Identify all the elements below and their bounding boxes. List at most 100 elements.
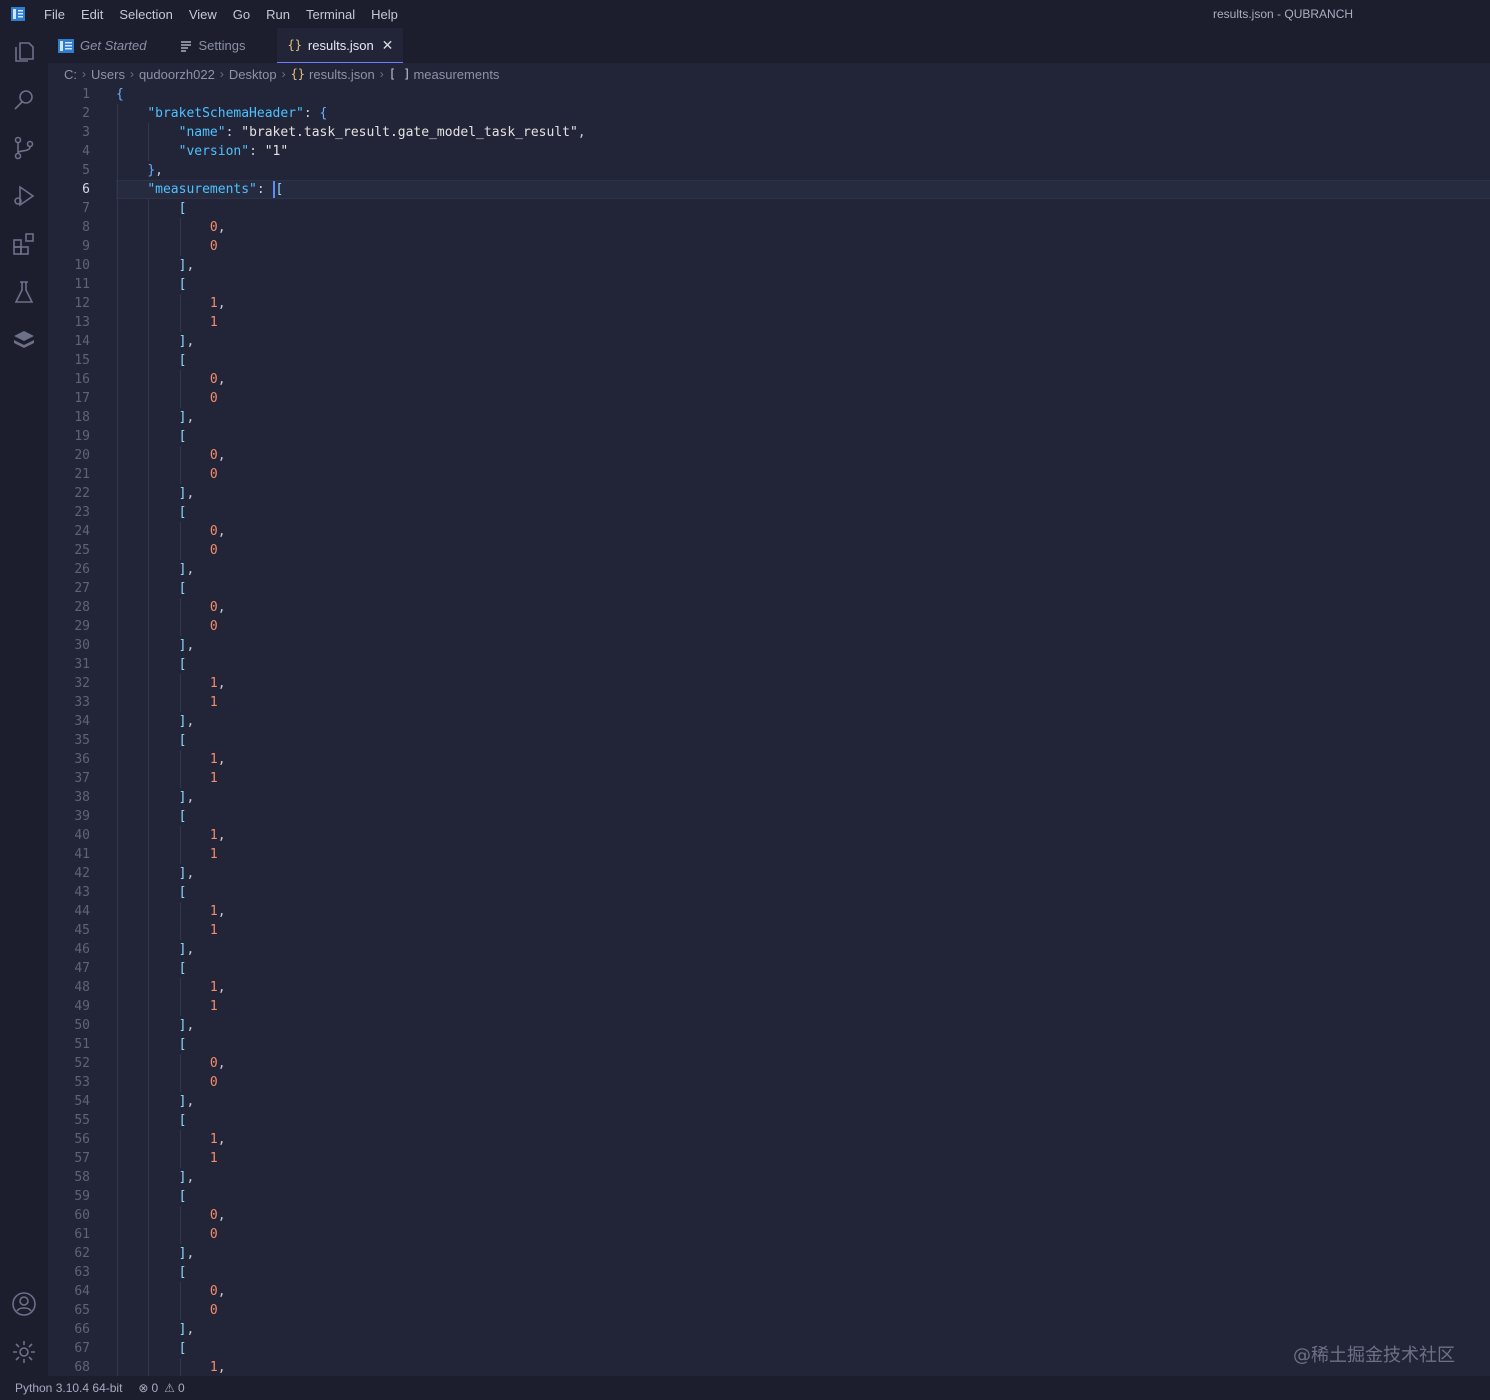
code-line[interactable]: 46 ], xyxy=(48,940,1490,959)
code-line[interactable]: 15 [ xyxy=(48,351,1490,370)
code-line[interactable]: 23 [ xyxy=(48,503,1490,522)
code-line[interactable]: 63 [ xyxy=(48,1263,1490,1282)
code-line[interactable]: 12 1, xyxy=(48,294,1490,313)
breadcrumb-item-symbol[interactable]: measurements xyxy=(413,67,499,82)
code-line[interactable]: 37 1 xyxy=(48,769,1490,788)
manage-gear-icon[interactable] xyxy=(0,1332,48,1372)
code-line[interactable]: 27 [ xyxy=(48,579,1490,598)
testing-icon[interactable] xyxy=(0,272,48,312)
menu-run[interactable]: Run xyxy=(258,0,298,28)
problems-status[interactable]: ⊗ 0 ⚠ 0 xyxy=(138,1381,184,1395)
code-line[interactable]: 4 "version": "1" xyxy=(48,142,1490,161)
account-icon[interactable] xyxy=(0,1284,48,1324)
code-line[interactable]: 11 [ xyxy=(48,275,1490,294)
code-line[interactable]: 43 [ xyxy=(48,883,1490,902)
code-line[interactable]: 28 0, xyxy=(48,598,1490,617)
code-line[interactable]: 34 ], xyxy=(48,712,1490,731)
code-line[interactable]: 51 [ xyxy=(48,1035,1490,1054)
code-line[interactable]: 13 1 xyxy=(48,313,1490,332)
code-line[interactable]: 5 }, xyxy=(48,161,1490,180)
code-line[interactable]: 7 [ xyxy=(48,199,1490,218)
menu-help[interactable]: Help xyxy=(363,0,406,28)
code-line[interactable]: 58 ], xyxy=(48,1168,1490,1187)
code-line[interactable]: 56 1, xyxy=(48,1130,1490,1149)
code-line[interactable]: 29 0 xyxy=(48,617,1490,636)
code-line[interactable]: 14 ], xyxy=(48,332,1490,351)
code-line[interactable]: 10 ], xyxy=(48,256,1490,275)
run-debug-icon[interactable] xyxy=(0,176,48,216)
code-line[interactable]: 66 ], xyxy=(48,1320,1490,1339)
code-line[interactable]: 18 ], xyxy=(48,408,1490,427)
breadcrumb-item-drive[interactable]: C: xyxy=(64,67,77,82)
code-line[interactable]: 49 1 xyxy=(48,997,1490,1016)
code-line[interactable]: 54 ], xyxy=(48,1092,1490,1111)
code-line[interactable]: 19 [ xyxy=(48,427,1490,446)
code-line[interactable]: 48 1, xyxy=(48,978,1490,997)
code-line[interactable]: 47 [ xyxy=(48,959,1490,978)
code-line[interactable]: 39 [ xyxy=(48,807,1490,826)
code-line[interactable]: 55 [ xyxy=(48,1111,1490,1130)
explorer-icon[interactable] xyxy=(0,32,48,72)
close-icon[interactable]: ✕ xyxy=(382,37,394,54)
source-control-icon[interactable] xyxy=(0,128,48,168)
code-line[interactable]: 16 0, xyxy=(48,370,1490,389)
code-line[interactable]: 64 0, xyxy=(48,1282,1490,1301)
window-title: results.json - QUBRANCH xyxy=(1213,7,1354,21)
code-line[interactable]: 1{ xyxy=(48,85,1490,104)
code-line[interactable]: 33 1 xyxy=(48,693,1490,712)
code-line[interactable]: 62 ], xyxy=(48,1244,1490,1263)
code-line[interactable]: 26 ], xyxy=(48,560,1490,579)
code-line[interactable]: 6 "measurements": [ xyxy=(48,180,1490,199)
code-line[interactable]: 57 1 xyxy=(48,1149,1490,1168)
tab-results-json[interactable]: {} results.json ✕ xyxy=(277,28,404,63)
tab-get-started[interactable]: Get Started xyxy=(48,28,156,63)
breadcrumb-item-users[interactable]: Users xyxy=(91,67,125,82)
code-line[interactable]: 36 1, xyxy=(48,750,1490,769)
extensions-icon[interactable] xyxy=(0,224,48,264)
code-line[interactable]: 24 0, xyxy=(48,522,1490,541)
menu-go[interactable]: Go xyxy=(225,0,258,28)
code-line[interactable]: 8 0, xyxy=(48,218,1490,237)
code-line[interactable]: 25 0 xyxy=(48,541,1490,560)
code-line[interactable]: 32 1, xyxy=(48,674,1490,693)
menu-selection[interactable]: Selection xyxy=(111,0,180,28)
code-line[interactable]: 3 "name": "braket.task_result.gate_model… xyxy=(48,123,1490,142)
code-line[interactable]: 60 0, xyxy=(48,1206,1490,1225)
menu-file[interactable]: File xyxy=(36,0,73,28)
breadcrumb-item-desktop[interactable]: Desktop xyxy=(229,67,277,82)
menu-edit[interactable]: Edit xyxy=(73,0,111,28)
code-line[interactable]: 31 [ xyxy=(48,655,1490,674)
code-line[interactable]: 38 ], xyxy=(48,788,1490,807)
code-line[interactable]: 59 [ xyxy=(48,1187,1490,1206)
code-line[interactable]: 53 0 xyxy=(48,1073,1490,1092)
python-interpreter-status[interactable]: Python 3.10.4 64-bit xyxy=(0,1381,122,1395)
code-line[interactable]: 65 0 xyxy=(48,1301,1490,1320)
code-line[interactable]: 9 0 xyxy=(48,237,1490,256)
code-line[interactable]: 35 [ xyxy=(48,731,1490,750)
menu-view[interactable]: View xyxy=(181,0,225,28)
line-number: 9 xyxy=(82,239,90,254)
tab-settings[interactable]: Settings xyxy=(170,28,255,63)
code-line[interactable]: 40 1, xyxy=(48,826,1490,845)
code-line[interactable]: 52 0, xyxy=(48,1054,1490,1073)
code-line[interactable]: 30 ], xyxy=(48,636,1490,655)
code-line[interactable]: 44 1, xyxy=(48,902,1490,921)
code-line[interactable]: 2 "braketSchemaHeader": { xyxy=(48,104,1490,123)
menu-terminal[interactable]: Terminal xyxy=(298,0,363,28)
code-line[interactable]: 17 0 xyxy=(48,389,1490,408)
breadcrumb-item-user[interactable]: qudoorzh022 xyxy=(139,67,215,82)
code-line[interactable]: 68 1, xyxy=(48,1358,1490,1376)
code-editor[interactable]: 1{2 "braketSchemaHeader": {3 "name": "br… xyxy=(48,85,1490,1376)
code-line[interactable]: 45 1 xyxy=(48,921,1490,940)
code-line[interactable]: 21 0 xyxy=(48,465,1490,484)
code-line[interactable]: 42 ], xyxy=(48,864,1490,883)
code-line[interactable]: 20 0, xyxy=(48,446,1490,465)
layers-icon[interactable] xyxy=(0,320,48,360)
code-line[interactable]: 41 1 xyxy=(48,845,1490,864)
search-icon[interactable] xyxy=(0,80,48,120)
breadcrumb-item-file[interactable]: results.json xyxy=(309,67,375,82)
code-line[interactable]: 22 ], xyxy=(48,484,1490,503)
code-line[interactable]: 50 ], xyxy=(48,1016,1490,1035)
code-line[interactable]: 67 [ xyxy=(48,1339,1490,1358)
code-line[interactable]: 61 0 xyxy=(48,1225,1490,1244)
